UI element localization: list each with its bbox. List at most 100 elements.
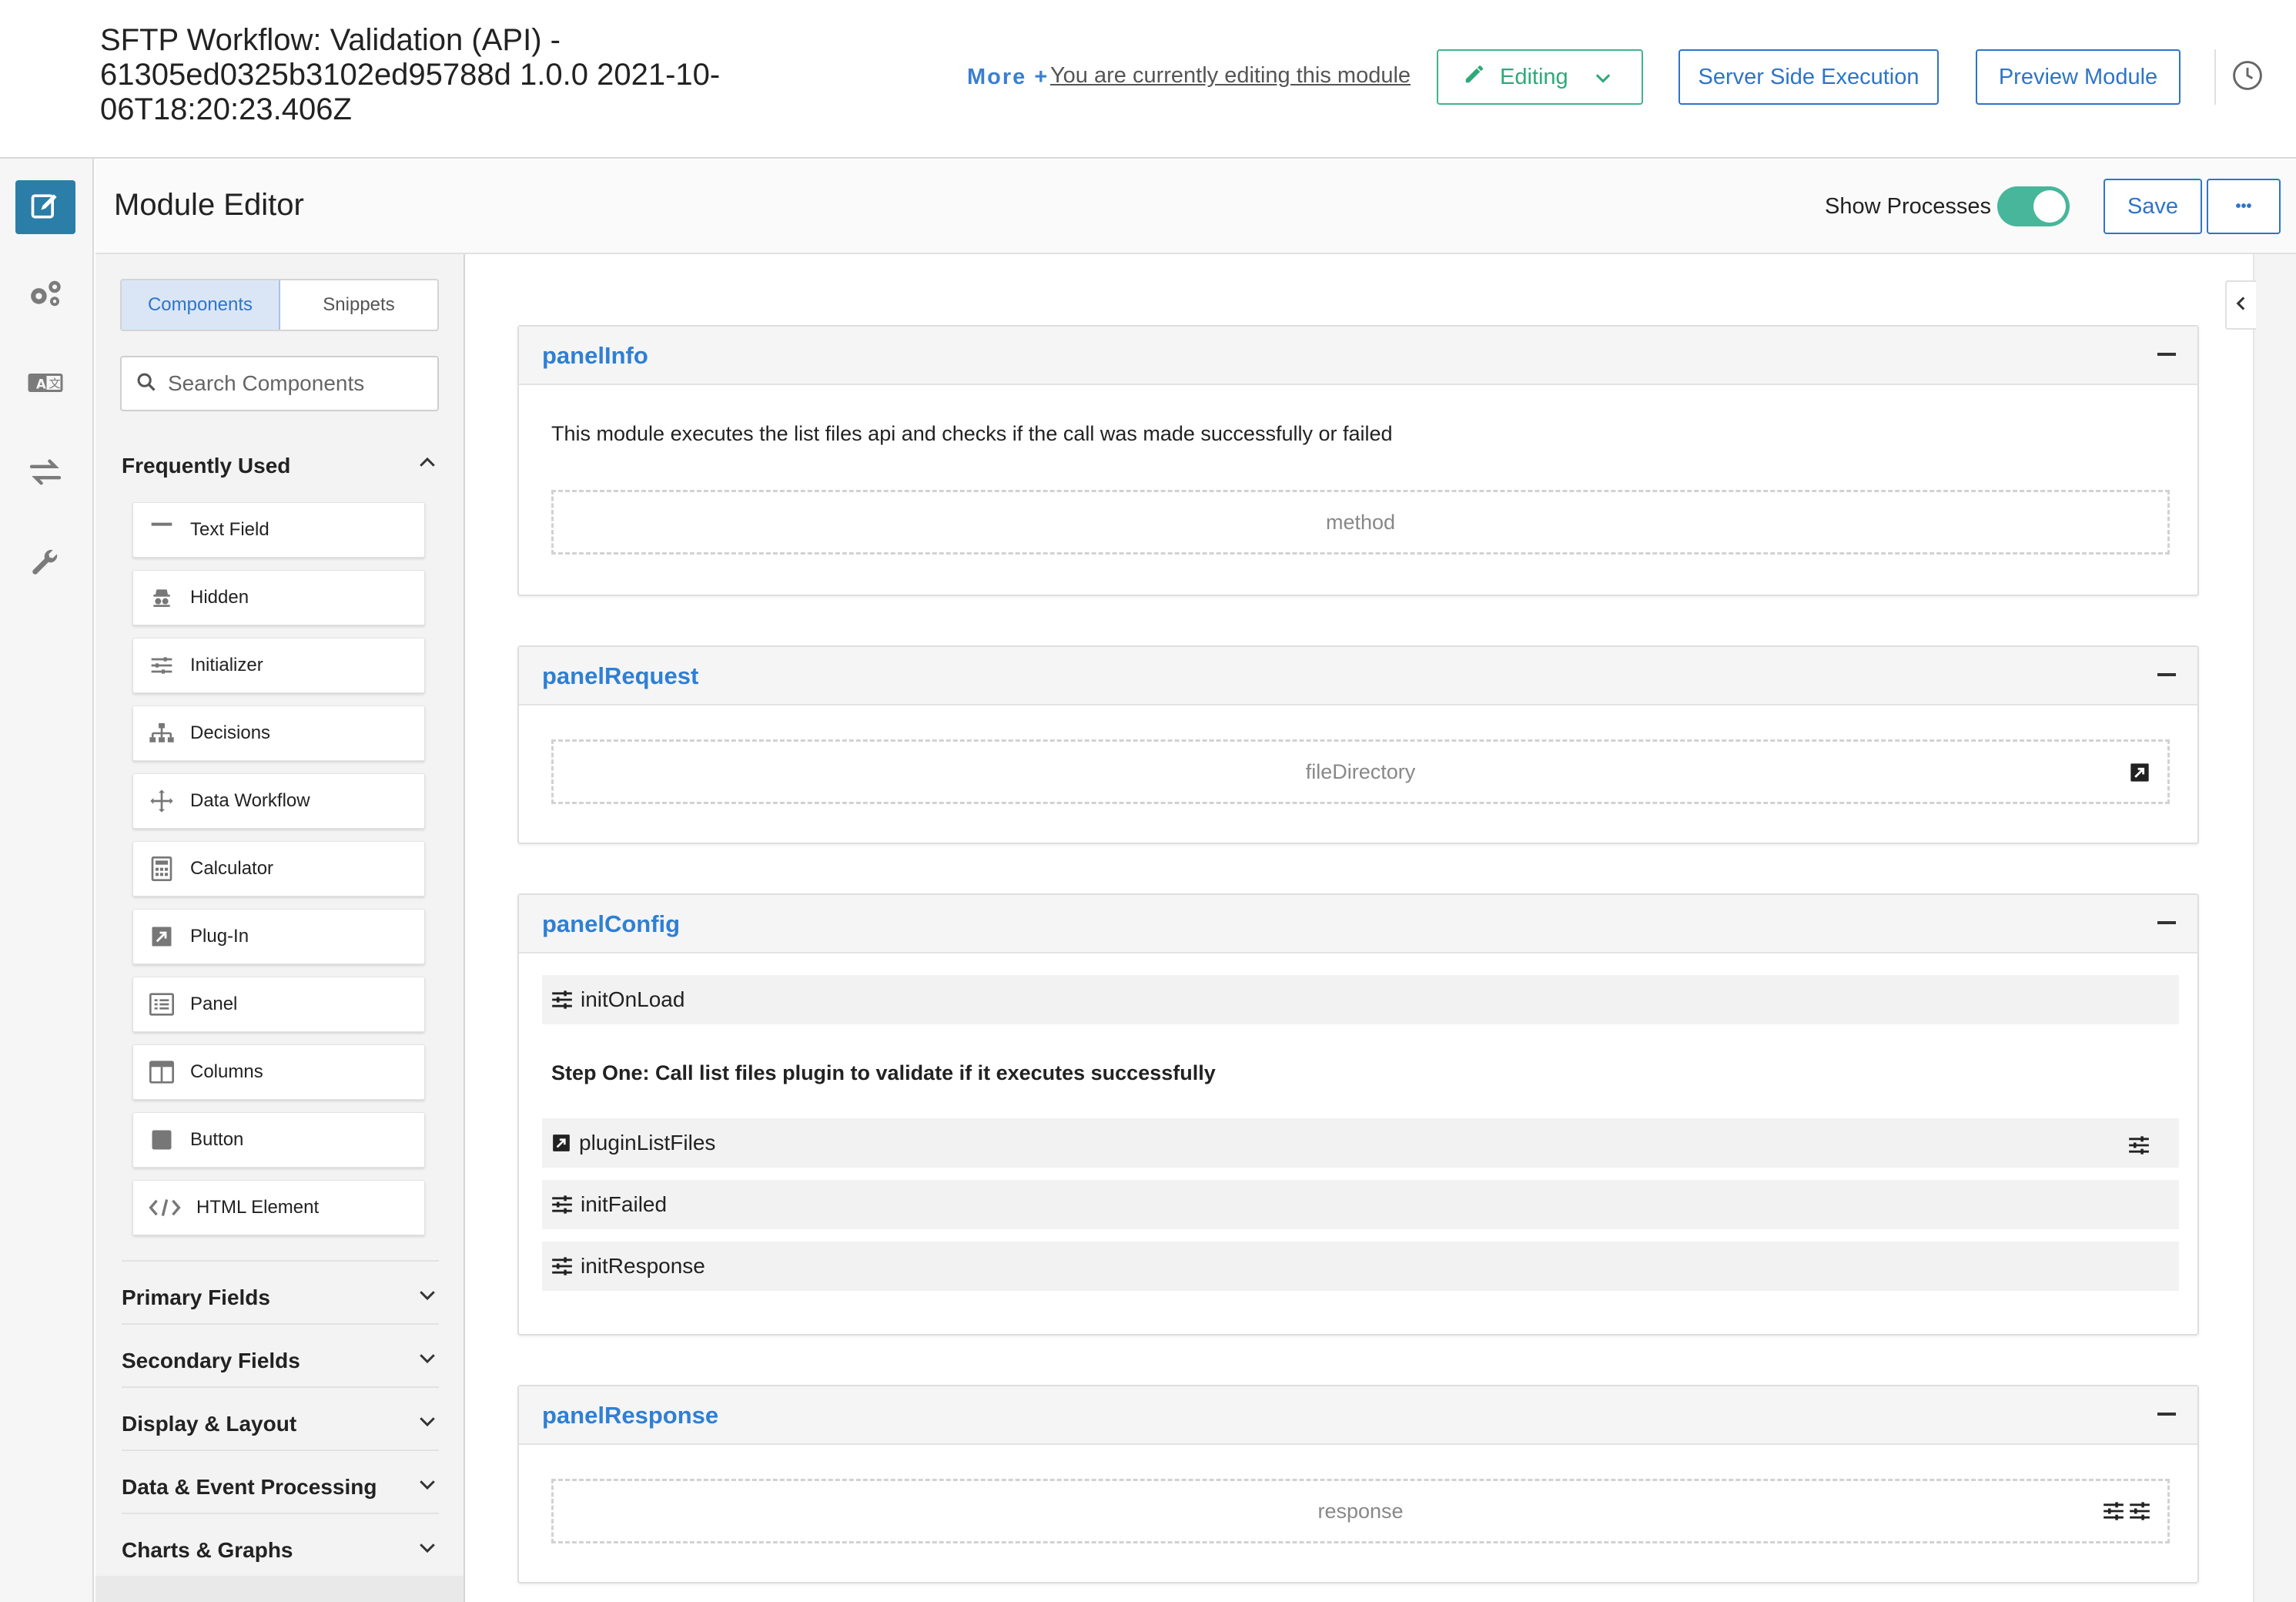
component-text-field[interactable]: Text Field bbox=[132, 502, 425, 558]
component-label: Decisions bbox=[190, 722, 271, 743]
process-plugin-list-files[interactable]: pluginListFiles bbox=[542, 1118, 2179, 1168]
transfer-icon bbox=[28, 458, 62, 490]
component-label: HTML Element bbox=[196, 1197, 320, 1218]
calculator-icon bbox=[149, 856, 175, 882]
panel-info[interactable]: panelInfo This module executes the list … bbox=[517, 325, 2199, 596]
process-init-on-load[interactable]: initOnLoad bbox=[542, 975, 2179, 1024]
panel-config[interactable]: panelConfig initOnLoad Step One: Call li… bbox=[517, 893, 2199, 1336]
section-frequently-used[interactable]: Frequently Used bbox=[122, 451, 439, 480]
chevron-up-icon bbox=[416, 451, 439, 480]
panel-icon bbox=[149, 991, 175, 1017]
panel-request[interactable]: panelRequest fileDirectory bbox=[517, 645, 2199, 844]
initializer-icon bbox=[2104, 1502, 2124, 1520]
svg-text:A: A bbox=[36, 377, 46, 391]
panel-title[interactable]: panelResponse bbox=[542, 1402, 718, 1429]
minimize-icon[interactable] bbox=[2157, 673, 2176, 676]
gears-icon bbox=[27, 277, 64, 313]
section-label: Primary Fields bbox=[122, 1285, 270, 1309]
show-processes-label: Show Processes bbox=[1825, 194, 1991, 219]
component-label: Button bbox=[190, 1129, 244, 1150]
tab-components[interactable]: Components bbox=[122, 280, 280, 330]
component-plugin[interactable]: Plug-In bbox=[132, 909, 425, 964]
initializer-icon bbox=[149, 652, 175, 679]
chevron-down-icon bbox=[416, 1346, 439, 1375]
section-secondary-fields[interactable]: Secondary Fields bbox=[122, 1346, 439, 1375]
minimize-icon[interactable] bbox=[2157, 921, 2176, 924]
rail-tools[interactable] bbox=[15, 536, 75, 590]
component-panel[interactable]: Panel bbox=[132, 977, 425, 1032]
search-input[interactable]: Search Components bbox=[168, 371, 364, 396]
plugin-icon bbox=[551, 1133, 571, 1153]
minimize-icon[interactable] bbox=[2157, 353, 2176, 356]
more-options-button[interactable]: ••• bbox=[2207, 179, 2281, 234]
panel-header: panelConfig bbox=[519, 895, 2197, 953]
process-init-failed[interactable]: initFailed bbox=[542, 1180, 2179, 1229]
process-init-response[interactable]: initResponse bbox=[542, 1242, 2179, 1291]
save-button[interactable]: Save bbox=[2104, 179, 2202, 234]
section-charts-graphs[interactable]: Charts & Graphs bbox=[122, 1536, 439, 1564]
component-label: Calculator bbox=[190, 858, 274, 879]
rail-settings[interactable] bbox=[15, 268, 75, 322]
field-method[interactable]: method bbox=[551, 490, 2170, 555]
editing-notice-link[interactable]: You are currently editing this module bbox=[1050, 63, 1411, 89]
editor-title: Module Editor bbox=[114, 188, 304, 222]
initializer-icon bbox=[551, 1195, 573, 1215]
rail-translations[interactable]: A文 bbox=[15, 357, 75, 411]
component-label: Hidden bbox=[190, 587, 249, 608]
process-label: pluginListFiles bbox=[579, 1131, 716, 1155]
process-label: initResponse bbox=[581, 1254, 705, 1278]
section-label: Frequently Used bbox=[122, 453, 291, 478]
section-data-event-processing[interactable]: Data & Event Processing bbox=[122, 1473, 439, 1501]
rail-integrations[interactable] bbox=[15, 447, 75, 501]
section-label: Data & Event Processing bbox=[122, 1474, 377, 1499]
panel-response[interactable]: panelResponse response bbox=[517, 1385, 2199, 1584]
component-label: Initializer bbox=[190, 655, 263, 675]
panel-header: panelInfo bbox=[519, 327, 2197, 385]
toggle-knob bbox=[2033, 190, 2066, 223]
plugin-icon bbox=[2129, 762, 2150, 783]
section-label: Secondary Fields bbox=[122, 1348, 300, 1372]
editing-dropdown[interactable]: Editing bbox=[1437, 49, 1643, 105]
section-divider bbox=[122, 1513, 439, 1514]
panel-title[interactable]: panelConfig bbox=[542, 910, 680, 938]
component-decisions[interactable]: Decisions bbox=[132, 705, 425, 761]
search-components[interactable]: Search Components bbox=[120, 356, 439, 411]
component-data-workflow[interactable]: Data Workflow bbox=[132, 773, 425, 829]
section-display-layout[interactable]: Display & Layout bbox=[122, 1409, 439, 1438]
component-columns[interactable]: Columns bbox=[132, 1044, 425, 1100]
chevron-down-icon bbox=[416, 1409, 439, 1438]
tab-snippets[interactable]: Snippets bbox=[280, 280, 437, 330]
field-file-directory[interactable]: fileDirectory bbox=[551, 739, 2170, 804]
text-field-icon bbox=[149, 517, 175, 543]
section-label: Charts & Graphs bbox=[122, 1537, 293, 1562]
component-initializer[interactable]: Initializer bbox=[132, 638, 425, 693]
chevron-down-icon bbox=[416, 1283, 439, 1312]
button-icon bbox=[149, 1127, 175, 1153]
server-side-execution-button[interactable]: Server Side Execution bbox=[1678, 49, 1939, 105]
component-html-element[interactable]: HTML Element bbox=[132, 1180, 425, 1235]
panel-title[interactable]: panelRequest bbox=[542, 662, 698, 690]
chevron-down-icon bbox=[1592, 68, 1614, 96]
component-calculator[interactable]: Calculator bbox=[132, 841, 425, 897]
more-link[interactable]: More + bbox=[967, 65, 1049, 90]
component-label: Panel bbox=[190, 994, 238, 1014]
panel-header: panelRequest bbox=[519, 647, 2197, 705]
sidebar-footer bbox=[95, 1576, 464, 1602]
component-button[interactable]: Button bbox=[132, 1112, 425, 1168]
component-hidden[interactable]: Hidden bbox=[132, 570, 425, 625]
minimize-icon[interactable] bbox=[2157, 1413, 2176, 1416]
rail-module-editor[interactable] bbox=[15, 180, 75, 234]
initializer-icon bbox=[2128, 1135, 2150, 1161]
hidden-icon bbox=[149, 585, 175, 611]
section-primary-fields[interactable]: Primary Fields bbox=[122, 1283, 439, 1312]
right-drawer bbox=[2253, 254, 2296, 1602]
field-response[interactable]: response bbox=[551, 1479, 2170, 1543]
history-button[interactable] bbox=[2214, 49, 2279, 105]
preview-module-button[interactable]: Preview Module bbox=[1976, 49, 2181, 105]
panel-description: This module executes the list files api … bbox=[551, 422, 1393, 445]
panel-title[interactable]: panelInfo bbox=[542, 342, 648, 370]
show-processes-toggle[interactable] bbox=[1997, 186, 2070, 226]
collapse-drawer-button[interactable] bbox=[2225, 280, 2256, 330]
pencil-icon bbox=[1463, 62, 1486, 92]
editing-dropdown-label: Editing bbox=[1500, 64, 1568, 89]
